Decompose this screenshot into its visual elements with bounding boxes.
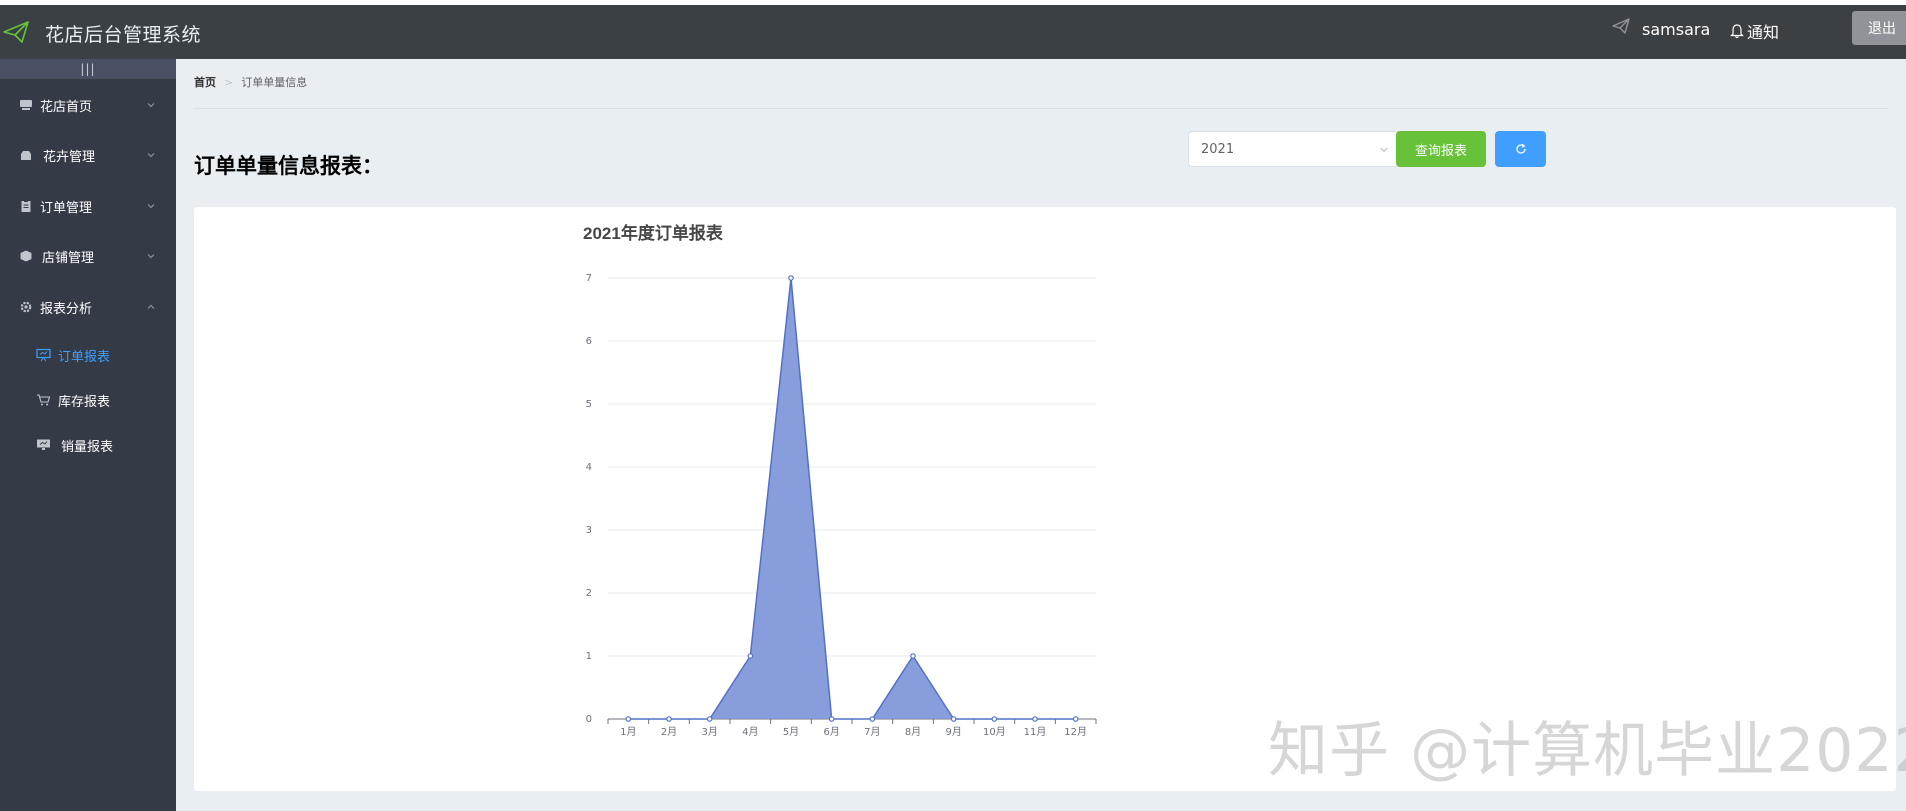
x-tick-label: 11月 (1024, 726, 1047, 738)
sidebar-item-label: 订单管理 (40, 200, 93, 216)
watermark: 知乎 @计算机毕业2022 (1268, 716, 1906, 786)
refresh-icon (1515, 143, 1526, 154)
report-icon (36, 348, 51, 362)
chevron-down-icon (147, 254, 155, 259)
collapse-icon: ||| (80, 62, 96, 76)
data-point (950, 716, 957, 722)
year-select[interactable]: 2021 (1188, 131, 1398, 167)
gear-icon (20, 301, 32, 313)
sidebar-item-label: 店铺管理 (42, 250, 95, 266)
x-tick-label: 5月 (783, 726, 799, 738)
breadcrumb-home[interactable]: 首页 (194, 74, 216, 90)
year-select-value: 2021 (1201, 141, 1235, 157)
sidebar-subitem-order-report[interactable]: 订单报表 (0, 335, 176, 375)
shop-icon (21, 151, 31, 160)
monitor-icon (20, 100, 32, 110)
refresh-button[interactable] (1495, 131, 1546, 167)
breadcrumb: 首页 > 订单单量信息 (194, 74, 307, 90)
clipboard-icon (21, 200, 31, 212)
top-navbar: 花店后台管理系统 samsara 通知 退出 (0, 5, 1906, 59)
cart-icon (37, 394, 51, 406)
chevron-down-icon (1380, 147, 1388, 153)
chevron-up-icon (147, 304, 155, 309)
user-plane-icon (1612, 18, 1630, 34)
sidebar-item-stores[interactable]: 店铺管理 (0, 232, 176, 280)
x-tick-label: 2月 (661, 726, 677, 738)
bell-icon (1730, 24, 1744, 39)
sidebar-item-label: 报表分析 (40, 301, 93, 317)
y-tick-label: 3 (586, 525, 592, 536)
y-tick-label: 0 (586, 714, 592, 725)
sidebar-item-label: 花卉管理 (43, 149, 96, 165)
sidebar-collapse-toggle[interactable]: ||| (0, 59, 176, 79)
y-tick-label: 6 (586, 336, 592, 347)
data-point (747, 653, 754, 659)
y-tick-label: 5 (586, 399, 592, 410)
app-title: 花店后台管理系统 (45, 24, 202, 46)
sidebar-subitem-stock-report[interactable]: 库存报表 (0, 380, 176, 420)
breadcrumb-divider (194, 108, 1889, 109)
x-tick-label: 6月 (823, 726, 839, 738)
chevron-down-icon (147, 204, 155, 209)
store-icon (20, 250, 32, 262)
sidebar: ||| 花店首页 花卉管理 订单管理 店铺管理 报表分析 订单报表 库存报表 销… (0, 59, 176, 811)
y-tick-label: 7 (586, 273, 592, 284)
x-tick-label: 7月 (864, 726, 880, 738)
y-tick-label: 1 (586, 651, 592, 662)
data-point (828, 716, 835, 722)
sidebar-subitem-label: 库存报表 (58, 394, 111, 410)
notice-label: 通知 (1747, 23, 1780, 42)
page-title: 订单单量信息报表： (194, 154, 383, 178)
data-point (706, 716, 713, 722)
notice-link[interactable]: 通知 (1729, 19, 1779, 43)
main-content: 首页 > 订单单量信息 订单单量信息报表： 2021 查询报表 2021年度订单… (176, 59, 1906, 811)
y-tick-label: 2 (586, 588, 592, 599)
sidebar-subitem-sales-report[interactable]: 销量报表 (0, 425, 176, 465)
sidebar-subitem-label: 订单报表 (58, 349, 111, 365)
chevron-down-icon (147, 153, 155, 158)
paper-plane-icon (3, 21, 29, 43)
logout-button[interactable]: 退出 (1852, 11, 1906, 45)
data-point (788, 275, 794, 281)
series-line (628, 277, 1076, 720)
x-tick-label: 12月 (1064, 726, 1087, 738)
breadcrumb-separator: > (224, 75, 234, 89)
x-tick-label: 10月 (983, 726, 1006, 738)
x-tick-label: 8月 (905, 726, 921, 738)
sidebar-item-reports[interactable]: 报表分析 (0, 283, 176, 331)
chevron-down-icon (147, 103, 155, 108)
x-tick-label: 9月 (945, 726, 961, 738)
data-point (625, 716, 632, 722)
breadcrumb-current: 订单单量信息 (241, 76, 308, 89)
query-report-button[interactable]: 查询报表 (1396, 131, 1486, 167)
data-point (910, 653, 916, 659)
y-tick-label: 4 (586, 462, 592, 473)
data-point (666, 716, 672, 722)
sidebar-item-flowers[interactable]: 花卉管理 (0, 131, 176, 179)
username[interactable]: samsara (1642, 20, 1710, 39)
data-point (869, 716, 876, 722)
sidebar-item-label: 花店首页 (40, 99, 93, 115)
series-area (628, 278, 1076, 719)
sidebar-item-orders[interactable]: 订单管理 (0, 182, 176, 230)
x-tick-label: 4月 (742, 726, 758, 738)
screen-icon (37, 439, 50, 450)
sidebar-item-home[interactable]: 花店首页 (0, 81, 176, 129)
sidebar-subitem-label: 销量报表 (61, 439, 114, 455)
x-tick-label: 3月 (701, 726, 717, 738)
chart-title: 2021年度订单报表 (583, 223, 724, 243)
data-point (1032, 716, 1038, 722)
data-point (991, 716, 998, 722)
data-point (1072, 716, 1079, 722)
x-tick-label: 1月 (620, 726, 636, 738)
